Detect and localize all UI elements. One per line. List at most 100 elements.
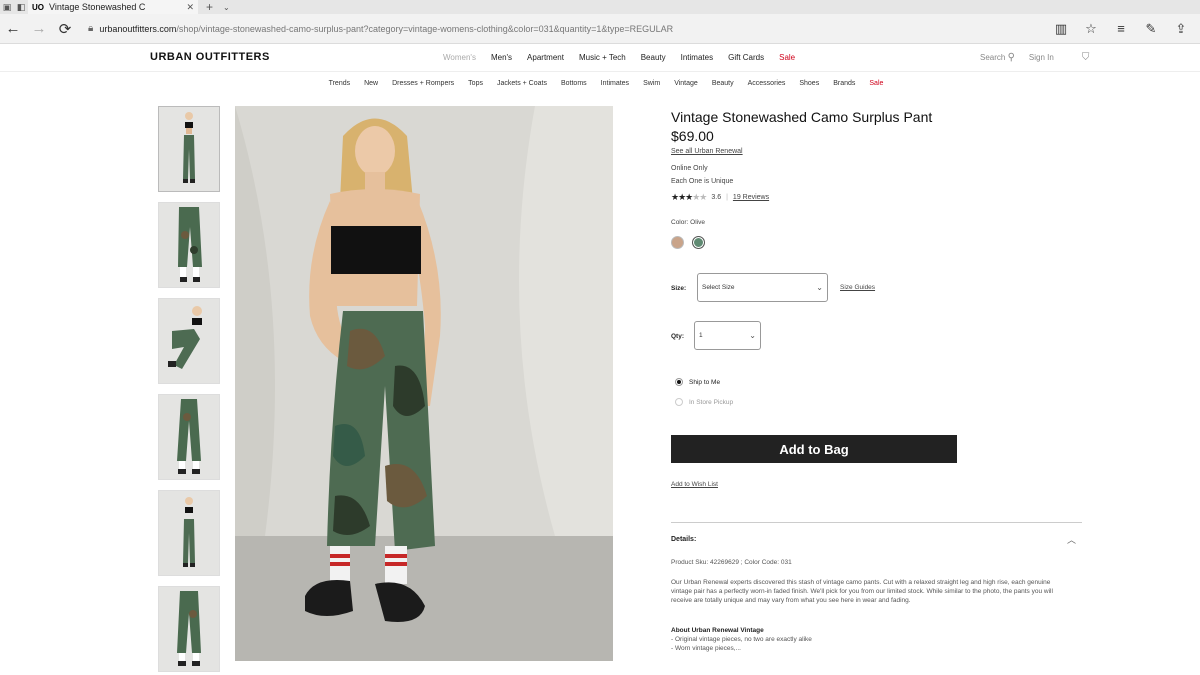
favorite-star-icon[interactable]: ☆ [1078,16,1104,42]
product-thumbnail[interactable] [158,490,220,576]
thumbnail-strip [158,106,222,675]
about-heading: About Urban Renewal Vintage [671,627,764,634]
details-heading[interactable]: Details: [671,536,696,543]
color-swatch[interactable] [671,236,684,249]
divider [671,522,1082,523]
rating-row: ★★★★★ 3.6 | 19 Reviews [671,192,769,203]
site-logo[interactable]: URBAN OUTFITTERS [150,51,270,63]
forward-button[interactable]: → [26,14,52,44]
thumbnail-image [183,497,195,567]
address-toolbar: ← → ⟳ 🔒︎ urbanoutfitters.com/shop/vintag… [0,14,1200,44]
size-select-value: Select Size [702,284,735,291]
nav-mens[interactable]: Men's [491,53,512,62]
nav-womens[interactable]: Women's [443,53,476,62]
qty-select[interactable]: 1 ⌄ [694,321,761,350]
new-tab-icon[interactable]: + [206,0,213,14]
subnav-item[interactable]: Trends [329,80,351,96]
add-to-wish-list-link[interactable]: Add to Wish List [671,481,718,488]
tab-manager-icon[interactable]: ▣ [0,0,14,14]
subnav-item[interactable]: Beauty [712,80,734,96]
pen-icon[interactable]: ✎ [1138,16,1164,42]
subnav-item[interactable]: Jackets + Coats [497,80,547,96]
radio-selected-icon [675,378,683,386]
thumbnail-image [183,112,195,183]
online-only-note: Online Only [671,165,708,172]
browser-tab-strip: ▣ ◧ UO Vintage Stonewashed C ✕ + ⌄ [0,0,1200,14]
product-thumbnail[interactable] [158,394,220,480]
nav-music-tech[interactable]: Music + Tech [579,53,626,62]
site-header: URBAN OUTFITTERS Women's Men's Apartment… [0,44,1200,72]
unique-note: Each One is Unique [671,178,734,185]
nav-apartment[interactable]: Apartment [527,53,564,62]
product-thumbnail[interactable] [158,202,220,288]
subnav-item[interactable]: Accessories [748,80,786,96]
add-to-bag-button[interactable]: Add to Bag [671,435,957,463]
bag-icon[interactable]: ⛉ [1082,52,1090,63]
in-store-label: In Store Pickup [689,398,734,406]
nav-gift-cards[interactable]: Gift Cards [728,53,764,62]
subnav-item[interactable]: Vintage [674,80,698,96]
subnav-item-sale[interactable]: Sale [869,80,883,96]
close-tab-icon[interactable]: ✕ [186,2,194,13]
subnav-item[interactable]: Tops [468,80,483,96]
tab-title: Vintage Stonewashed C [49,2,146,12]
nav-intimates[interactable]: Intimates [681,53,713,62]
radio-icon [675,398,683,406]
browser-tab[interactable]: UO Vintage Stonewashed C ✕ [28,0,198,14]
size-guide-link[interactable]: Size Guides [840,284,875,291]
product-description: Our Urban Renewal experts discovered thi… [671,579,1053,604]
star-rating-icon: ★★★★★ [671,192,707,202]
nav-sale[interactable]: Sale [779,53,795,62]
chevron-up-icon[interactable]: ︿ [1067,533,1076,546]
url-field[interactable]: 🔒︎ urbanoutfitters.com/shop/vintage-ston… [88,18,1048,40]
subnav-item[interactable]: Shoes [799,80,819,96]
chevron-down-icon: ⌄ [816,283,823,292]
thumbnail-image [178,207,202,282]
color-swatch-selected[interactable] [692,236,705,249]
reading-view-icon[interactable]: ▥ [1048,16,1074,42]
separator: | [726,194,728,201]
favicon: UO [32,2,44,12]
thumbnail-image [177,591,201,666]
main-product-image[interactable] [235,106,613,661]
subnav-item[interactable]: Bottoms [561,80,587,96]
back-button[interactable]: ← [0,14,26,44]
search-label: Search [980,53,1006,62]
color-swatches [671,236,705,249]
subnav-item[interactable]: New [364,80,378,96]
hub-icon[interactable]: ≡ [1108,16,1134,42]
about-bullet: - Worn vintage pieces,... [671,645,741,652]
refresh-button[interactable]: ⟳ [52,14,78,44]
size-label: Size: [671,285,687,292]
about-bullet: - Original vintage pieces, no two are ex… [671,636,812,643]
subnav-item[interactable]: Brands [833,80,855,96]
url-path: /shop/vintage-stonewashed-camo-surplus-p… [176,23,674,34]
url-host: urbanoutfitters.com [99,23,177,34]
chevron-down-icon: ⌄ [749,331,756,340]
size-select[interactable]: Select Size ⌄ [697,273,828,302]
ship-to-me-option[interactable]: Ship to Me [675,378,720,386]
category-subnav: Trends New Dresses + Rompers Tops Jacket… [0,80,1200,96]
sign-in-link[interactable]: Sign In [1029,53,1054,62]
brand-link[interactable]: See all Urban Renewal [671,148,743,155]
tab-back-icon[interactable]: ◧ [14,0,28,14]
search-button[interactable]: Search ⚲ [980,52,1015,63]
product-thumbnail[interactable] [158,586,220,672]
subnav-item[interactable]: Dresses + Rompers [392,80,454,96]
share-icon[interactable]: ⇪ [1168,16,1194,42]
subnav-item[interactable]: Swim [643,80,660,96]
nav-beauty[interactable]: Beauty [641,53,666,62]
thumbnail-image [168,306,202,369]
reviews-link[interactable]: 19 Reviews [733,194,769,201]
search-icon: ⚲ [1007,52,1015,63]
qty-select-value: 1 [699,332,703,339]
lock-icon: 🔒︎ [88,23,94,34]
color-label: Color: Olive [671,219,705,226]
ship-to-me-label: Ship to Me [689,378,721,386]
in-store-pickup-option[interactable]: In Store Pickup [675,398,733,406]
subnav-item[interactable]: Intimates [601,80,629,96]
product-thumbnail[interactable] [158,106,220,192]
product-thumbnail[interactable] [158,298,220,384]
main-nav: Women's Men's Apartment Music + Tech Bea… [443,53,795,62]
chevron-down-icon[interactable]: ⌄ [223,3,230,12]
